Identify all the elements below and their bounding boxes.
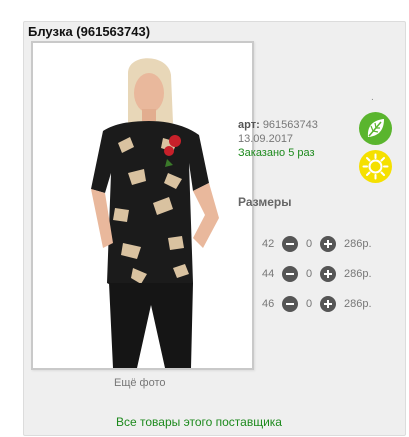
price-value: 286р.: [344, 268, 372, 280]
product-title: Блузка (961563743): [28, 24, 151, 39]
quantity-value: 0: [306, 268, 313, 280]
decrease-button[interactable]: [282, 266, 298, 282]
increase-button[interactable]: [320, 266, 336, 282]
size-label: 44: [262, 268, 275, 280]
decrease-button[interactable]: [282, 296, 298, 312]
price-value: 286р.: [344, 238, 372, 250]
more-photos-link[interactable]: Ещё фото: [114, 377, 166, 389]
price-value: 286р.: [344, 298, 372, 310]
size-label: 42: [262, 238, 275, 250]
article-info: арт: 961563743 13.09.2017 Заказано 5 раз: [238, 118, 318, 160]
product-photo[interactable]: [31, 41, 254, 370]
quantity-value: 0: [306, 238, 313, 250]
article-value: 961563743: [262, 119, 318, 131]
stray-dot: .: [371, 92, 374, 103]
date-text: 13.09.2017: [238, 133, 294, 145]
product-card: Блузка (961563743) Ещё фото Все товары э…: [23, 21, 406, 436]
ordered-count: Заказано 5 раз: [238, 147, 315, 159]
size-label: 46: [262, 298, 275, 310]
supplier-products-link[interactable]: Все товары этого поставщика: [116, 415, 282, 429]
product-photo-image: [33, 43, 252, 368]
increase-button[interactable]: [320, 296, 336, 312]
article-label: арт:: [238, 119, 260, 131]
sun-icon: [359, 150, 392, 183]
leaf-icon: [359, 112, 392, 145]
article-line: арт: 961563743: [238, 118, 318, 132]
sizes-title: Размеры: [238, 195, 292, 209]
quantity-value: 0: [306, 298, 313, 310]
increase-button[interactable]: [320, 236, 336, 252]
decrease-button[interactable]: [282, 236, 298, 252]
